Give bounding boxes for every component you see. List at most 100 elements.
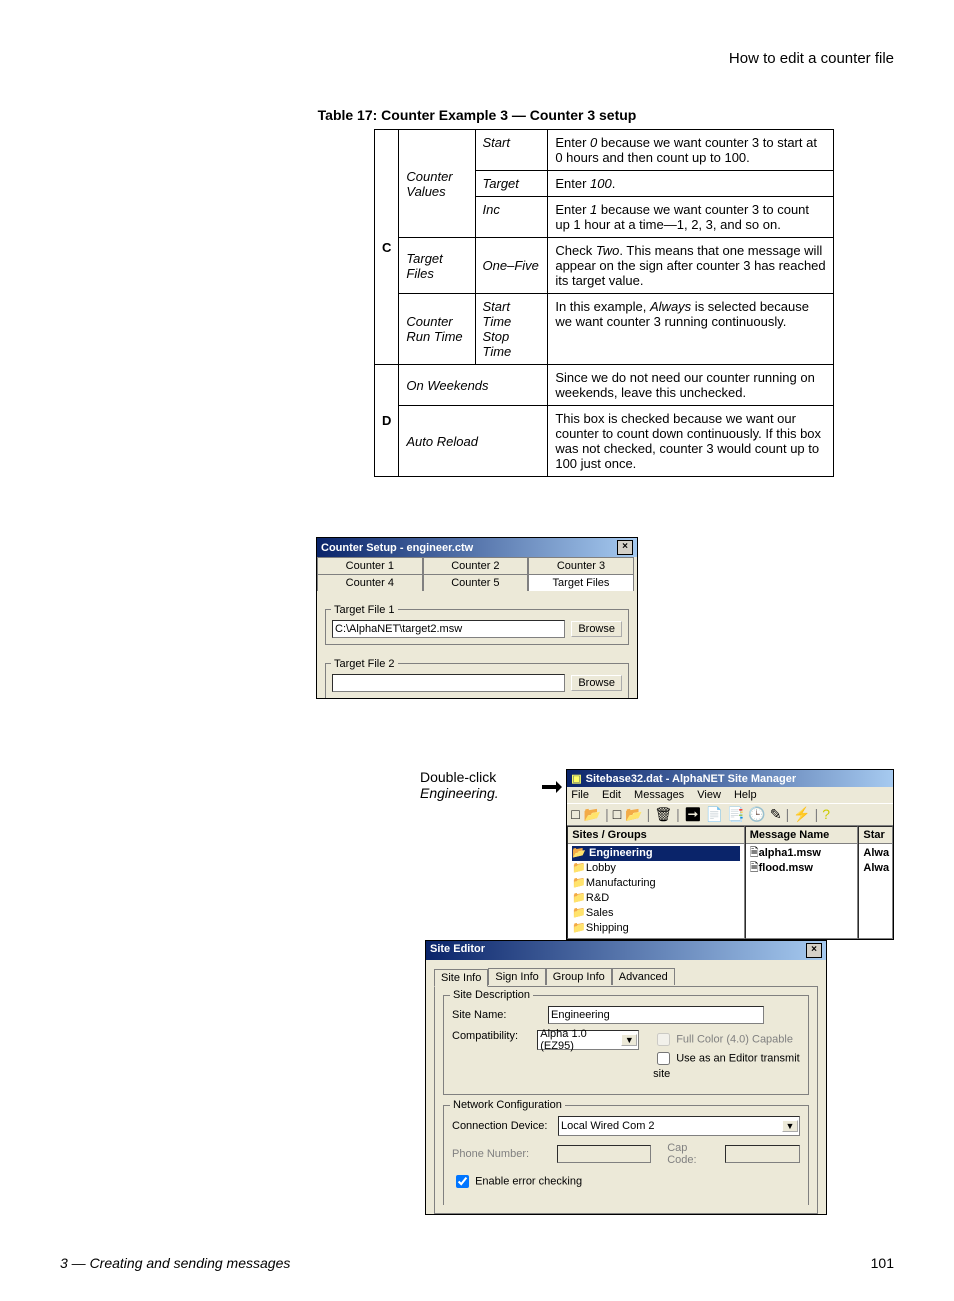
site-editor-title: Site Editor bbox=[430, 943, 485, 958]
target-file-1-legend: Target File 1 bbox=[331, 604, 398, 616]
toolbar-open2-icon[interactable]: 📂 bbox=[625, 806, 646, 822]
phone-number-label: Phone Number: bbox=[452, 1148, 551, 1160]
editor-transmit-checkbox[interactable]: Use as an Editor transmit site bbox=[653, 1049, 800, 1080]
table-caption: Table 17: Counter Example 3 — Counter 3 … bbox=[60, 107, 894, 123]
toolbar-clock-icon[interactable]: 🕒 bbox=[748, 806, 769, 822]
toolbar-open-icon[interactable]: 📂 bbox=[584, 806, 605, 822]
site-description-legend: Site Description bbox=[450, 989, 533, 1001]
toolbar-new-icon[interactable]: □ bbox=[571, 806, 583, 822]
desc-auto-reload: This box is checked because we want our … bbox=[548, 406, 834, 477]
file-icon: 🗎 bbox=[750, 862, 759, 874]
close-icon[interactable]: × bbox=[806, 943, 822, 958]
counter-setup-window: Counter Setup - engineer.ctw × Counter 1… bbox=[316, 537, 638, 699]
menu-file[interactable]: File bbox=[571, 789, 589, 801]
app-icon: ▣ bbox=[571, 773, 581, 785]
tab-target-files[interactable]: Target Files bbox=[528, 574, 634, 591]
site-manager-window: ▣Sitebase32.dat - AlphaNET Site Manager … bbox=[566, 769, 894, 940]
toolbar-flash-icon[interactable]: ⚡ bbox=[793, 806, 814, 822]
network-config-legend: Network Configuration bbox=[450, 1099, 565, 1111]
list-item[interactable]: 📁R&D bbox=[572, 891, 740, 906]
list-item[interactable]: 🗎alpha1.msw bbox=[750, 846, 854, 861]
desc-inc: Enter 1 because we want counter 3 to cou… bbox=[548, 197, 834, 238]
list-item[interactable]: 🗎flood.msw bbox=[750, 861, 854, 876]
group-on-weekends: On Weekends bbox=[399, 365, 548, 406]
close-icon[interactable]: × bbox=[617, 540, 633, 555]
site-editor-tabs: Site InfoSign InfoGroup InfoAdvanced bbox=[434, 968, 818, 986]
tab-counter-4[interactable]: Counter 4 bbox=[317, 574, 423, 591]
tab-counter-3[interactable]: Counter 3 bbox=[528, 557, 634, 574]
enable-error-checking-checkbox[interactable]: Enable error checking bbox=[452, 1172, 582, 1191]
folder-icon: 📁 bbox=[572, 907, 586, 919]
sites-list: 📂 Engineering 📁Lobby 📁Manufacturing 📁R&D… bbox=[568, 844, 744, 938]
list-item[interactable]: 📁Manufacturing bbox=[572, 876, 740, 891]
target-file-1-input[interactable]: C:\AlphaNET\target2.msw bbox=[332, 620, 565, 638]
arrow-right-icon bbox=[542, 777, 562, 797]
folder-icon: 📁 bbox=[572, 922, 586, 934]
window-title: Counter Setup - engineer.ctw bbox=[321, 542, 473, 554]
toolbar-delete-icon[interactable]: 🗑 bbox=[654, 806, 676, 822]
browse-button-1[interactable]: Browse bbox=[571, 621, 622, 637]
site-name-input[interactable]: Engineering bbox=[548, 1006, 764, 1024]
folder-open-icon: 📂 bbox=[572, 847, 586, 859]
col-sites-groups[interactable]: Sites / Groups bbox=[568, 827, 744, 844]
fullcolor-checkbox[interactable]: Full Color (4.0) Capable bbox=[653, 1030, 800, 1049]
chevron-down-icon[interactable]: ▼ bbox=[782, 1120, 798, 1132]
col-start[interactable]: Star bbox=[859, 827, 892, 844]
list-item[interactable]: 📁Shipping bbox=[572, 921, 740, 936]
chevron-down-icon[interactable]: ▼ bbox=[621, 1034, 637, 1046]
target-file-2-legend: Target File 2 bbox=[331, 658, 398, 670]
network-config-group: Network Configuration Connection Device:… bbox=[443, 1105, 809, 1205]
desc-one-five: Check Two. This means that one message w… bbox=[548, 238, 834, 294]
window-title-bar: Counter Setup - engineer.ctw × bbox=[317, 538, 637, 557]
tab-counter-5[interactable]: Counter 5 bbox=[423, 574, 529, 591]
toolbar-send-icon[interactable]: ➡ bbox=[684, 806, 706, 822]
phone-number-input bbox=[557, 1145, 652, 1163]
toolbar-edit-icon[interactable]: ✎ bbox=[770, 806, 786, 822]
menu-edit[interactable]: Edit bbox=[602, 789, 621, 801]
tab-counter-2[interactable]: Counter 2 bbox=[423, 557, 529, 574]
messages-list: 🗎alpha1.msw 🗎flood.msw bbox=[746, 844, 858, 878]
site-name-label: Site Name: bbox=[452, 1009, 542, 1021]
cap-code-input bbox=[725, 1145, 800, 1163]
list-item[interactable]: 📂 Engineering bbox=[572, 846, 740, 861]
toolbar-new2-icon[interactable]: □ bbox=[613, 806, 625, 822]
menu-view[interactable]: View bbox=[697, 789, 721, 801]
toolbar-copy-icon[interactable]: 📑 bbox=[727, 806, 748, 822]
connection-device-label: Connection Device: bbox=[452, 1120, 552, 1132]
list-item[interactable]: 📁Lobby bbox=[572, 861, 740, 876]
site-description-group: Site Description Site Name: Engineering … bbox=[443, 995, 809, 1095]
tab-advanced[interactable]: Advanced bbox=[612, 968, 675, 985]
tab-sign-info[interactable]: Sign Info bbox=[488, 968, 545, 985]
group-counter-values: Counter Values bbox=[399, 130, 475, 238]
folder-icon: 📁 bbox=[572, 877, 586, 889]
field-inc: Inc bbox=[475, 197, 548, 238]
toolbar-help-icon[interactable]: ? bbox=[822, 806, 834, 822]
field-one-five: One–Five bbox=[475, 238, 548, 294]
desc-start: Enter 0 because we want counter 3 to sta… bbox=[548, 130, 834, 171]
list-item[interactable]: 📁Sales bbox=[572, 906, 740, 921]
file-icon: 🗎 bbox=[750, 847, 759, 859]
tab-site-info[interactable]: Site Info bbox=[434, 969, 488, 987]
compatibility-select[interactable]: Alpha 1.0 (EZ95)▼ bbox=[537, 1030, 639, 1050]
tab-group-info[interactable]: Group Info bbox=[546, 968, 612, 985]
col-message-name[interactable]: Message Name bbox=[746, 827, 858, 844]
table-row: Auto Reload This box is checked because … bbox=[375, 406, 834, 477]
site-editor-window: Site Editor × Site InfoSign InfoGroup In… bbox=[425, 940, 827, 1215]
annotation-text: Double-click Engineering. bbox=[420, 769, 538, 801]
table-row: Target Files One–Five Check Two. This me… bbox=[375, 238, 834, 294]
field-start: Start bbox=[475, 130, 548, 171]
menu-help[interactable]: Help bbox=[734, 789, 757, 801]
toolbar-doc-icon[interactable]: 📄 bbox=[706, 806, 727, 822]
browse-button-2[interactable]: Browse bbox=[571, 675, 622, 691]
menu-messages[interactable]: Messages bbox=[634, 789, 684, 801]
table-row: Counter Run Time Start Time Stop Time In… bbox=[375, 294, 834, 365]
folder-icon: 📁 bbox=[572, 862, 586, 874]
target-file-2-input[interactable] bbox=[332, 674, 565, 692]
field-start-stop: Start Time Stop Time bbox=[475, 294, 548, 365]
tab-counter-1[interactable]: Counter 1 bbox=[317, 557, 423, 574]
field-target: Target bbox=[475, 171, 548, 197]
footer-chapter: 3 — Creating and sending messages bbox=[60, 1255, 290, 1271]
counter-setup-table: C Counter Values Start Enter 0 because w… bbox=[374, 129, 834, 477]
connection-device-select[interactable]: Local Wired Com 2▼ bbox=[558, 1116, 800, 1136]
menu-bar: File Edit Messages View Help bbox=[567, 787, 893, 803]
